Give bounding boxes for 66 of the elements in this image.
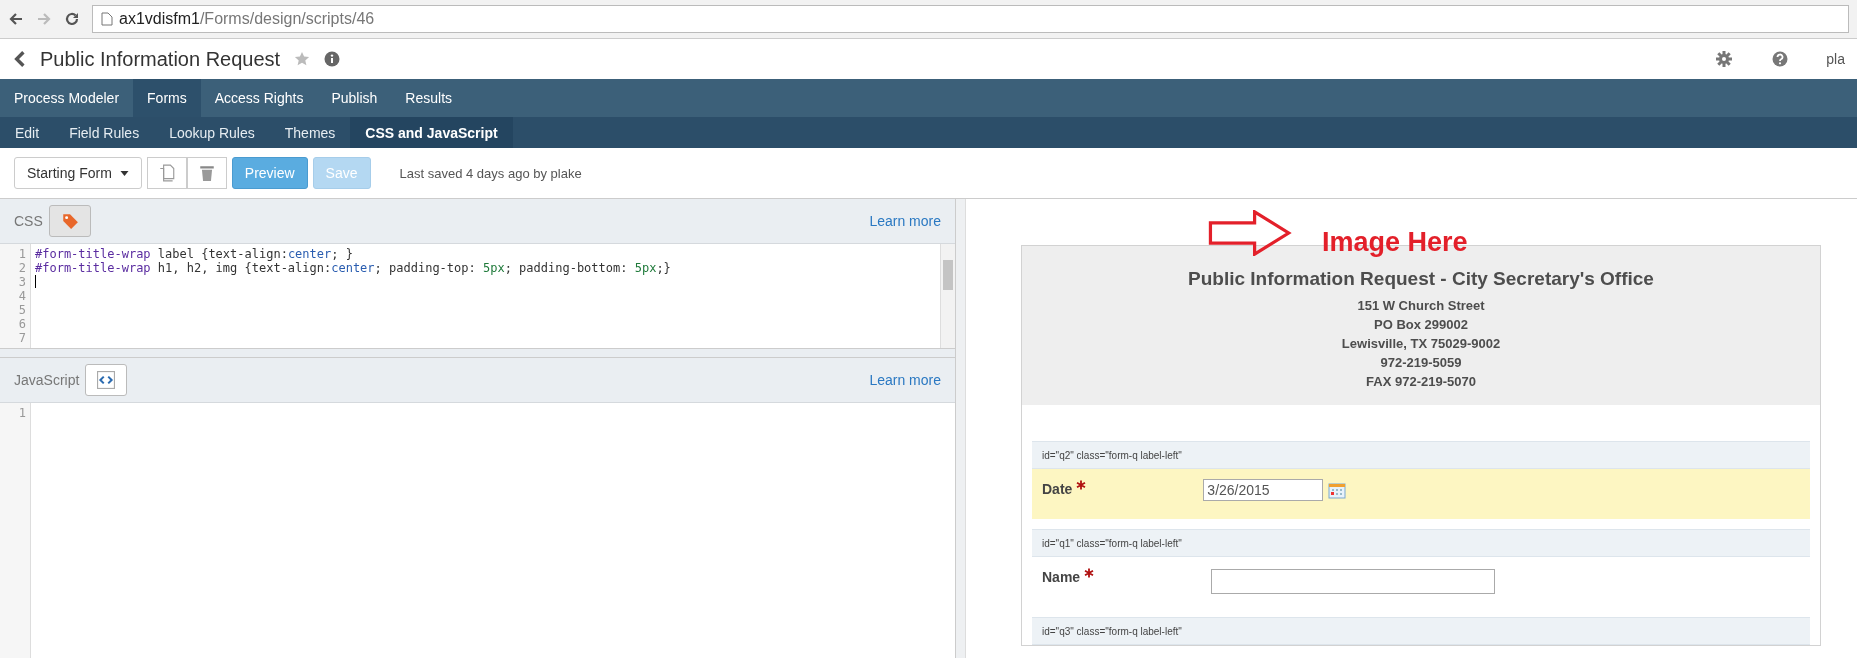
address-line: Lewisville, TX 75029-9002 [1341, 336, 1501, 351]
learn-more-link[interactable]: Learn more [869, 372, 941, 388]
page-title: Public Information Request [40, 47, 281, 71]
arrow-icon [1208, 210, 1292, 256]
address-line: FAX 972-219-5070 [1366, 374, 1476, 389]
form-select-dropdown[interactable]: Starting Form [14, 157, 142, 189]
line-number: 1 [18, 406, 26, 420]
line-number: 4 [18, 289, 26, 303]
star-icon[interactable] [294, 51, 311, 67]
line-number: 2 [18, 261, 26, 275]
sub-nav-tab[interactable]: Field Rules [54, 117, 155, 148]
nav-tab[interactable]: Publish [317, 79, 392, 117]
nav-tab[interactable]: Process Modeler [0, 79, 134, 117]
question-tag: id="q3" class="form-q label-left" [1042, 625, 1182, 637]
code-icon [97, 371, 116, 389]
save-status: Last saved 4 days ago by plake [399, 165, 582, 181]
line-number: 7 [18, 331, 26, 345]
reload-icon[interactable] [64, 11, 80, 27]
help-icon[interactable] [1772, 51, 1789, 67]
name-field[interactable] [1211, 569, 1496, 594]
address-line: PO Box 299002 [1374, 317, 1468, 332]
line-number: 5 [18, 303, 26, 317]
url-text: ax1vdisfm1/Forms/design/scripts/46 [119, 10, 375, 28]
learn-more-link[interactable]: Learn more [869, 213, 941, 229]
sub-nav-tab[interactable]: CSS and JavaScript [350, 117, 513, 148]
info-icon[interactable] [324, 51, 341, 67]
line-number: 6 [18, 317, 26, 331]
sub-nav-tab[interactable]: Lookup Rules [154, 117, 270, 148]
page-icon [101, 12, 113, 26]
settings-icon[interactable] [1716, 51, 1733, 67]
date-field[interactable]: 3/26/2015 [1203, 479, 1324, 501]
line-number: 1 [18, 247, 26, 261]
trash-icon [197, 164, 216, 182]
nav-tab[interactable]: Results [391, 79, 467, 117]
address-line: 151 W Church Street [1357, 298, 1485, 313]
sub-nav-tab[interactable]: Themes [269, 117, 351, 148]
split-handle[interactable] [956, 199, 966, 658]
question-tag: id="q1" class="form-q label-left" [1042, 537, 1182, 549]
scrollbar[interactable] [940, 244, 955, 348]
user-name[interactable]: pla [1826, 51, 1845, 67]
copy-icon [157, 164, 176, 182]
code-button[interactable] [85, 364, 128, 396]
question-tag: id="q2" class="form-q label-left" [1042, 449, 1182, 461]
field-label: Name [1042, 569, 1081, 585]
address-line: 972-219-5059 [1380, 355, 1462, 370]
tag-button[interactable] [48, 205, 91, 237]
annotation-text: Image Here [1322, 226, 1468, 258]
form-title: Public Information Request - City Secretary's Office [1188, 268, 1654, 290]
caret-icon [119, 170, 129, 176]
resize-handle[interactable] [0, 348, 955, 358]
field-label: Date [1042, 481, 1073, 497]
address-bar[interactable]: ax1vdisfm1/Forms/design/scripts/46 [92, 5, 1849, 33]
line-number: 3 [18, 275, 26, 289]
code-line: #form-title-wrap h1, h2, img {text-align:center; padding-top: 5px; padding-bottom: 5px;} [35, 261, 671, 275]
tag-icon [60, 212, 79, 230]
editor-label: JavaScript [14, 372, 80, 388]
back-arrow-icon[interactable] [8, 11, 24, 27]
sub-nav-tab[interactable]: Edit [0, 117, 55, 148]
editor-label: CSS [14, 213, 43, 229]
delete-button[interactable] [186, 157, 227, 189]
copy-button[interactable] [146, 157, 187, 189]
nav-tab[interactable]: Access Rights [200, 79, 318, 117]
back-chevron-icon[interactable] [14, 50, 26, 68]
calendar-icon[interactable] [1328, 481, 1347, 499]
code-line: #form-title-wrap label {text-align:center; } [35, 247, 353, 261]
nav-tab[interactable]: Forms [133, 79, 201, 117]
